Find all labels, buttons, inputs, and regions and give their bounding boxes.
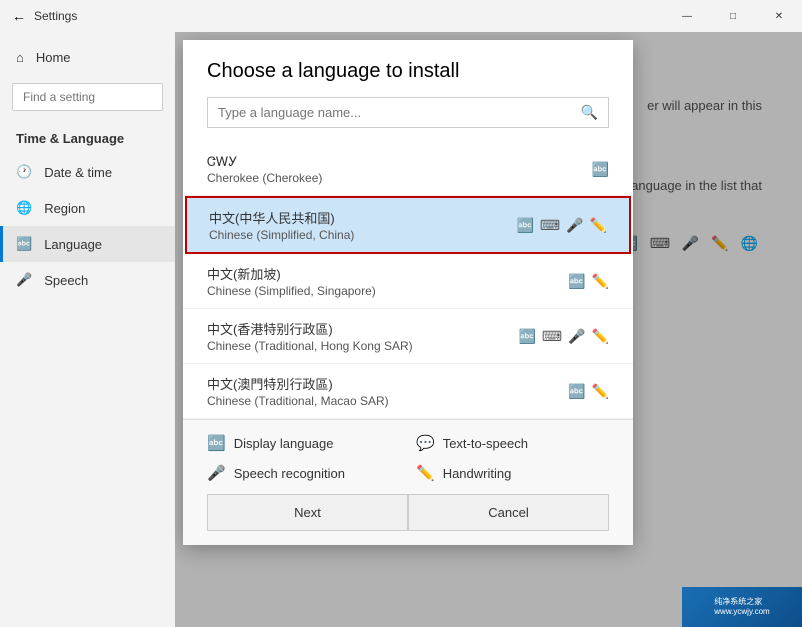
feature-display-language: 🔤 Display language <box>207 434 400 452</box>
text-icon-hk: 🔤 <box>518 328 535 345</box>
lang-icons-cwy: 🔤 <box>592 161 609 178</box>
lang-subname-zh-sg: Chinese (Simplified, Singapore) <box>207 284 376 298</box>
display-language-label: Display language <box>234 436 334 451</box>
features-grid: 🔤 Display language 💬 Text-to-speech 🎤 Sp… <box>207 434 609 482</box>
lang-subname-zh-hk: Chinese (Traditional, Hong Kong SAR) <box>207 339 413 353</box>
titlebar-left: ← Settings <box>12 8 77 24</box>
sidebar-home-label: Home <box>36 50 71 65</box>
lang-subname-cwy: Cherokee (Cherokee) <box>207 171 322 185</box>
sidebar-item-speech[interactable]: 🎤 Speech <box>0 262 175 298</box>
next-button[interactable]: Next <box>207 494 408 531</box>
main-content: ⌂ Home Time & Language 🕐 Date & time 🌐 R… <box>0 32 802 627</box>
lang-name-cwy: ᏣᎳᎩ <box>207 154 322 170</box>
lang-subname-zh-cn: Chinese (Simplified, China) <box>209 228 354 242</box>
text-icon-mo: 🔤 <box>568 383 585 400</box>
language-item-cwy[interactable]: ᏣᎳᎩ Cherokee (Cherokee) 🔤 <box>183 144 633 196</box>
dialog-title: Choose a language to install <box>207 60 609 83</box>
speech-recognition-icon: 🎤 <box>207 464 226 482</box>
lang-info-zh-cn: 中文(中华人民共和国) Chinese (Simplified, China) <box>209 208 354 242</box>
feature-speech-recognition: 🎤 Speech recognition <box>207 464 400 482</box>
keyboard-icon-hk: ⌨ <box>542 328 562 345</box>
back-icon[interactable]: ← <box>12 8 26 24</box>
cancel-button[interactable]: Cancel <box>408 494 609 531</box>
text-icon: 🔤 <box>592 161 609 178</box>
titlebar-title: Settings <box>34 9 77 23</box>
dialog-buttons: Next Cancel <box>207 482 609 531</box>
handwriting-icon: ✏️ <box>416 464 435 482</box>
keyboard-icon-cn: ⌨ <box>540 217 560 234</box>
display-language-icon: 🔤 <box>207 434 226 452</box>
lang-icons-zh-sg: 🔤 ✏️ <box>568 273 609 290</box>
install-language-dialog: Choose a language to install 🔍 ᏣᎳᎩ Chero… <box>183 40 633 545</box>
speech-icon: 🎤 <box>16 272 32 288</box>
find-setting-input[interactable] <box>12 83 163 111</box>
sidebar-item-language[interactable]: 🔤 Language <box>0 226 175 262</box>
titlebar-controls: — □ ✕ <box>664 0 802 32</box>
language-item-zh-cn[interactable]: 中文(中华人民共和国) Chinese (Simplified, China) … <box>185 196 631 254</box>
language-list[interactable]: ᏣᎳᎩ Cherokee (Cherokee) 🔤 中文(中华人民共和国) <box>183 144 633 419</box>
feature-text-to-speech: 💬 Text-to-speech <box>416 434 609 452</box>
language-icon: 🔤 <box>16 236 32 252</box>
sidebar: ⌂ Home Time & Language 🕐 Date & time 🌐 R… <box>0 32 175 627</box>
lang-info-zh-sg: 中文(新加坡) Chinese (Simplified, Singapore) <box>207 264 376 298</box>
lang-icons-zh-hk: 🔤 ⌨ 🎤 ✏️ <box>518 328 609 345</box>
text-icon-cn: 🔤 <box>516 217 533 234</box>
lang-icons-zh-mo: 🔤 ✏️ <box>568 383 609 400</box>
close-button[interactable]: ✕ <box>756 0 802 32</box>
region-icon: 🌐 <box>16 200 32 216</box>
text-to-speech-label: Text-to-speech <box>443 436 528 451</box>
lang-name-zh-sg: 中文(新加坡) <box>207 264 376 283</box>
mic-icon-hk: 🎤 <box>568 328 585 345</box>
lang-info-zh-hk: 中文(香港特别行政區) Chinese (Traditional, Hong K… <box>207 319 413 353</box>
sidebar-item-date-time[interactable]: 🕐 Date & time <box>0 154 175 190</box>
titlebar: ← Settings — □ ✕ <box>0 0 802 32</box>
settings-window: ← Settings — □ ✕ ⌂ Home Time & Language … <box>0 0 802 627</box>
dialog-header: Choose a language to install 🔍 <box>183 40 633 144</box>
language-item-zh-mo[interactable]: 中文(澳門特別行政區) Chinese (Traditional, Macao … <box>183 364 633 419</box>
watermark-text: 纯净系统之家www.ycwjy.com <box>714 597 769 616</box>
feature-handwriting: ✏️ Handwriting <box>416 464 609 482</box>
sidebar-date-time-label: Date & time <box>44 165 112 180</box>
search-icon: 🔍 <box>581 104 598 121</box>
lang-info-zh-mo: 中文(澳門特別行政區) Chinese (Traditional, Macao … <box>207 374 389 408</box>
mic-icon-cn: 🎤 <box>566 217 583 234</box>
edit-icon-cn: ✏️ <box>590 217 607 234</box>
language-search-input[interactable] <box>218 105 573 120</box>
date-time-icon: 🕐 <box>16 164 32 180</box>
lang-name-zh-mo: 中文(澳門特別行政區) <box>207 374 389 393</box>
lang-icons-zh-cn: 🔤 ⌨ 🎤 ✏️ <box>516 217 607 234</box>
edit-icon-mo: ✏️ <box>592 383 609 400</box>
lang-info-cwy: ᏣᎳᎩ Cherokee (Cherokee) <box>207 154 322 185</box>
sidebar-speech-label: Speech <box>44 273 88 288</box>
language-item-zh-sg[interactable]: 中文(新加坡) Chinese (Simplified, Singapore) … <box>183 254 633 309</box>
edit-icon-sg: ✏️ <box>592 273 609 290</box>
lang-name-zh-hk: 中文(香港特别行政區) <box>207 319 413 338</box>
lang-name-zh-cn: 中文(中华人民共和国) <box>209 208 354 227</box>
home-icon: ⌂ <box>16 50 24 65</box>
text-to-speech-icon: 💬 <box>416 434 435 452</box>
sidebar-home[interactable]: ⌂ Home <box>0 40 175 75</box>
sidebar-language-label: Language <box>44 237 102 252</box>
language-item-zh-hk[interactable]: 中文(香港特别行政區) Chinese (Traditional, Hong K… <box>183 309 633 364</box>
handwriting-label: Handwriting <box>443 466 512 481</box>
speech-recognition-label: Speech recognition <box>234 466 345 481</box>
sidebar-item-region[interactable]: 🌐 Region <box>0 190 175 226</box>
dialog-overlay: Choose a language to install 🔍 ᏣᎳᎩ Chero… <box>175 32 802 627</box>
watermark: 纯净系统之家www.ycwjy.com <box>682 587 802 627</box>
dialog-features: 🔤 Display language 💬 Text-to-speech 🎤 Sp… <box>183 419 633 545</box>
minimize-button[interactable]: — <box>664 0 710 32</box>
maximize-button[interactable]: □ <box>710 0 756 32</box>
lang-subname-zh-mo: Chinese (Traditional, Macao SAR) <box>207 394 389 408</box>
content-area: er will appear in this anguage in the li… <box>175 32 802 627</box>
text-icon-sg: 🔤 <box>568 273 585 290</box>
edit-icon-hk: ✏️ <box>592 328 609 345</box>
sidebar-region-label: Region <box>44 201 85 216</box>
section-title: Time & Language <box>0 119 175 154</box>
dialog-search-bar[interactable]: 🔍 <box>207 97 609 128</box>
